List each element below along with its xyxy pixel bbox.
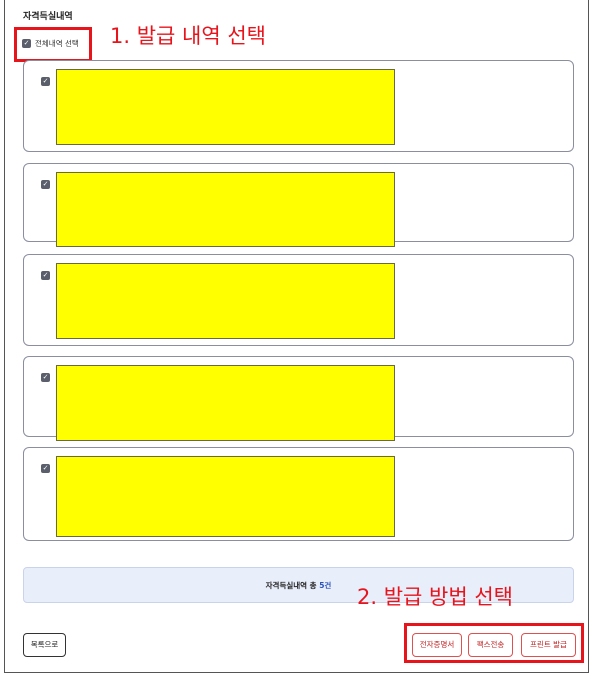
record-card xyxy=(23,356,574,441)
redacted-content xyxy=(56,365,395,441)
record-checkbox[interactable] xyxy=(41,271,50,280)
record-checkbox[interactable] xyxy=(41,180,50,189)
summary-count: 5건 xyxy=(319,581,332,590)
electronic-certificate-button[interactable]: 전자증명서 xyxy=(412,633,462,657)
redacted-content xyxy=(56,69,395,145)
redacted-content xyxy=(56,172,395,247)
record-checkbox[interactable] xyxy=(41,77,50,86)
record-card xyxy=(23,447,574,541)
redacted-content xyxy=(56,263,395,339)
record-card xyxy=(23,60,574,152)
redacted-content xyxy=(56,456,395,537)
record-checkbox[interactable] xyxy=(41,373,50,382)
record-card xyxy=(23,163,574,247)
annotation-step1: 1. 발급 내역 선택 xyxy=(110,24,266,48)
page-title: 자격득실내역 xyxy=(23,12,73,22)
record-checkbox[interactable] xyxy=(41,464,50,473)
record-card xyxy=(23,254,574,346)
print-issue-button[interactable]: 프린트 발급 xyxy=(521,633,576,657)
back-to-list-button[interactable]: 목록으로 xyxy=(23,633,66,657)
fax-send-button[interactable]: 팩스전송 xyxy=(468,633,513,657)
annotation-box-step1 xyxy=(14,27,92,62)
annotation-step2: 2. 발급 방법 선택 xyxy=(357,585,513,609)
summary-label: 자격득실내역 총 xyxy=(265,581,317,590)
